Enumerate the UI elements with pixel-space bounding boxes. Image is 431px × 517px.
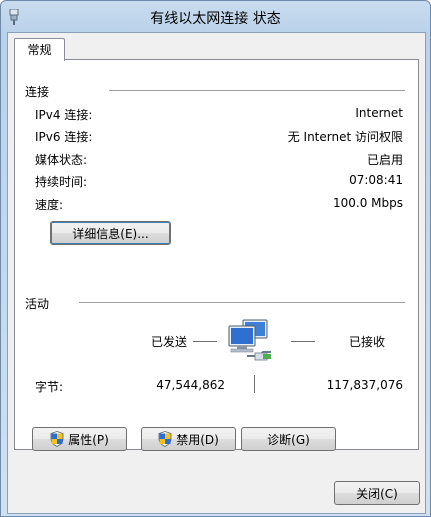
activity-divider (79, 302, 405, 303)
media-state-label: 媒体状态: (35, 153, 88, 167)
ipv4-label: IPv4 连接: (35, 108, 93, 122)
bytes-divider (254, 375, 255, 393)
speed-value: 100.0 Mbps (332, 196, 403, 210)
title-bar: 有线以太网连接 状态 (1, 1, 430, 33)
dialog-client: 常规 连接 IPv4 连接: Internet IPv6 连接: 无 Inter… (7, 32, 426, 514)
received-label: 已接收 (349, 335, 386, 349)
disable-button-label: 禁用(D) (176, 432, 219, 447)
speed-label: 速度: (35, 198, 64, 212)
media-state-value: 已启用 (366, 153, 403, 167)
details-button[interactable]: 详细信息(E)... (50, 221, 171, 245)
bytes-received: 117,837,076 (326, 378, 403, 392)
properties-button[interactable]: 属性(P) (32, 427, 127, 451)
status-dialog: 有线以太网连接 状态 常规 连接 IPv4 连接: Internet IPv6 … (0, 0, 431, 517)
sent-label: 已发送 (151, 335, 188, 349)
properties-button-label: 属性(P) (68, 432, 109, 447)
bytes-sent: 47,544,862 (156, 378, 225, 392)
connection-divider (109, 90, 405, 91)
sent-dash (193, 341, 217, 342)
uac-shield-icon (158, 431, 172, 447)
details-button-label: 详细信息(E)... (72, 226, 149, 241)
ipv4-value: Internet (355, 106, 403, 120)
duration-label: 持续时间: (35, 175, 88, 189)
diagnose-button-label: 诊断(G) (267, 432, 310, 447)
bytes-label: 字节: (35, 380, 64, 394)
diagnose-button[interactable]: 诊断(G) (241, 427, 336, 451)
tab-general[interactable]: 常规 (14, 38, 65, 61)
ipv6-value: 无 Internet 访问权限 (287, 130, 403, 144)
close-button-label: 关闭(C) (356, 486, 398, 501)
network-computers-icon (225, 318, 275, 364)
activity-heading: 活动 (25, 297, 50, 311)
general-tab-page: 连接 IPv4 连接: Internet IPv6 连接: 无 Internet… (14, 59, 419, 451)
connection-heading: 连接 (25, 85, 50, 99)
duration-value: 07:08:41 (349, 173, 403, 187)
close-button[interactable]: 关闭(C) (334, 481, 420, 505)
received-dash (291, 341, 315, 342)
window-title: 有线以太网连接 状态 (150, 11, 281, 27)
uac-shield-icon (50, 431, 64, 447)
ipv6-label: IPv6 连接: (35, 130, 93, 144)
disable-button[interactable]: 禁用(D) (141, 427, 236, 451)
